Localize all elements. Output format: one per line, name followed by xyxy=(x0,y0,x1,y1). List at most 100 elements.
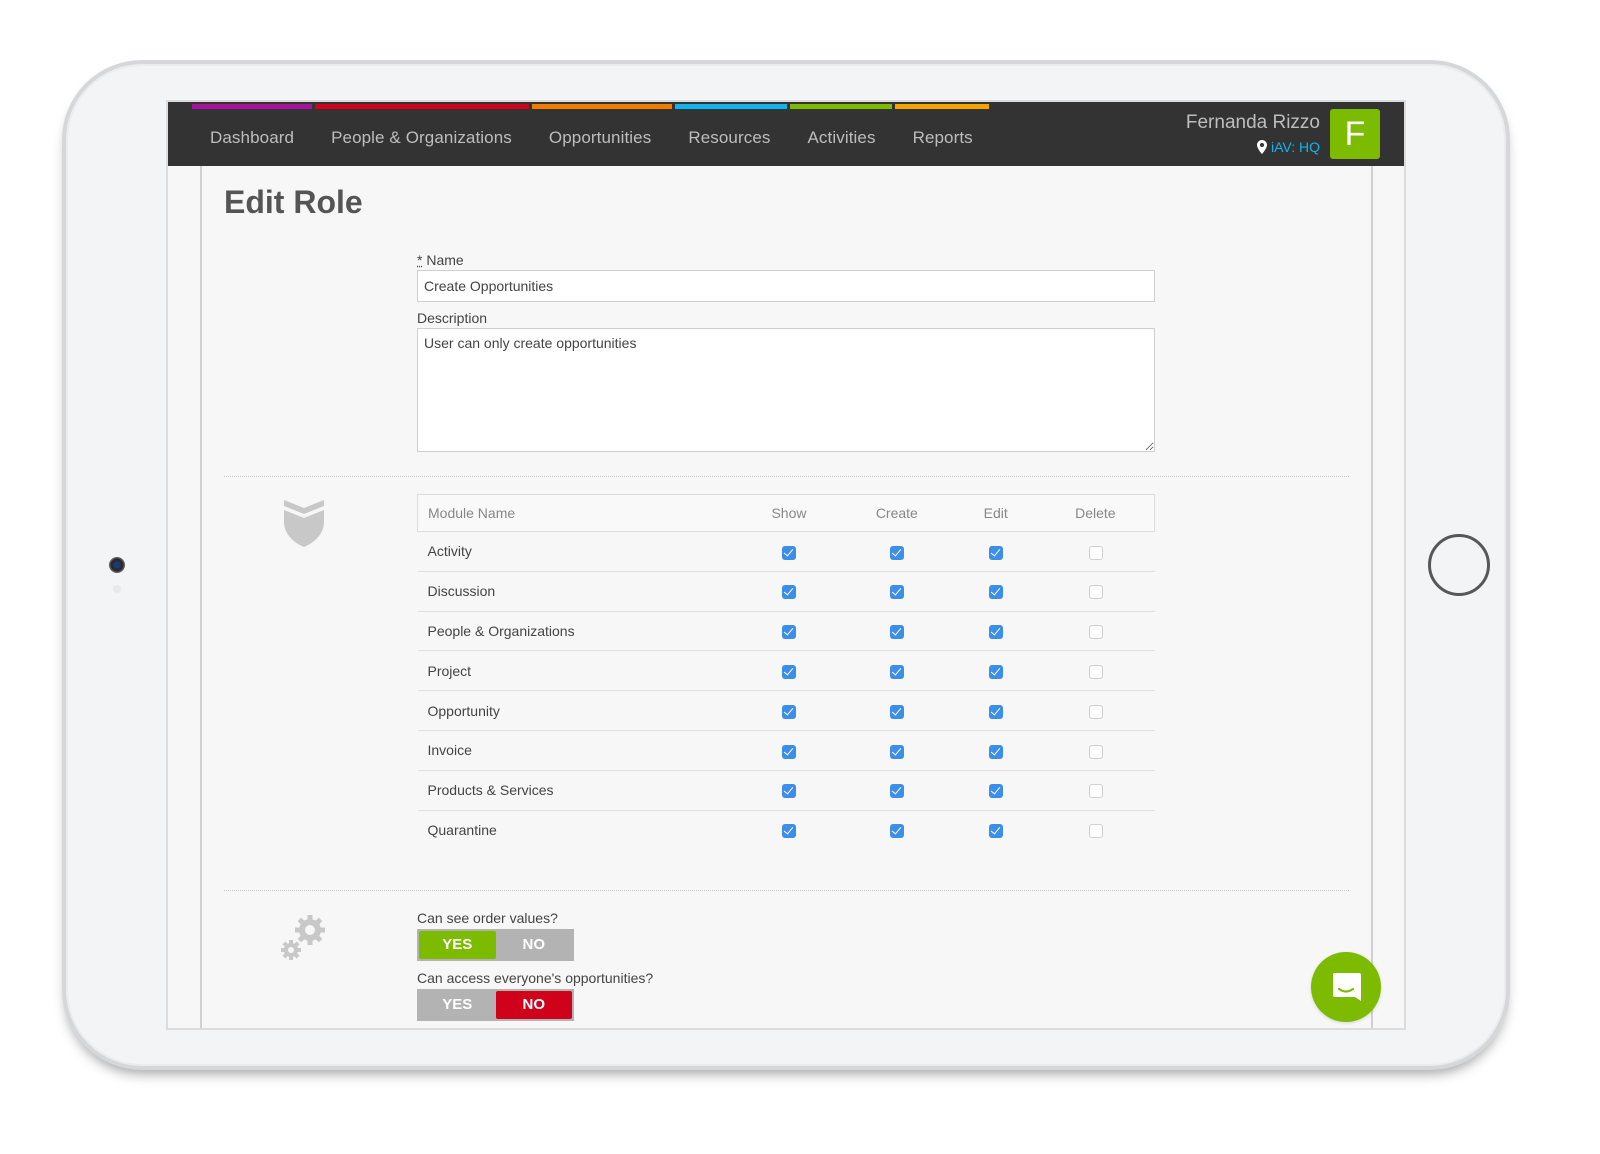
page-title: Edit Role xyxy=(224,184,363,220)
module-name-cell: Project xyxy=(417,650,740,692)
delete-cell xyxy=(1036,690,1155,731)
edit-checkbox[interactable] xyxy=(988,744,1003,759)
delete-checkbox[interactable] xyxy=(1088,784,1103,799)
column-header-show: Show xyxy=(739,494,839,532)
top-navigation-bar: Dashboard People & Organizations Opportuni… xyxy=(168,102,1404,166)
show-checkbox[interactable] xyxy=(781,704,796,719)
show-cell xyxy=(739,571,839,612)
delete-checkbox[interactable] xyxy=(1088,585,1103,600)
create-checkbox[interactable] xyxy=(889,784,904,799)
table-row: Activity xyxy=(417,531,1155,572)
module-name-cell: People & Organizations xyxy=(417,611,740,652)
edit-cell xyxy=(954,770,1037,811)
order-values-toggle[interactable]: YES NO xyxy=(417,929,574,961)
edit-checkbox[interactable] xyxy=(988,625,1003,640)
description-textarea[interactable]: User can only create opportunities xyxy=(417,328,1155,452)
chat-button[interactable] xyxy=(1311,952,1381,1022)
everyone-opportunities-toggle[interactable]: YES NO xyxy=(417,989,574,1021)
nav-item-dashboard[interactable]: Dashboard xyxy=(210,128,294,148)
nav-item-opportunities[interactable]: Opportunities xyxy=(549,128,651,148)
order-values-no-option[interactable]: NO xyxy=(496,931,573,959)
nav-item-people-organizations[interactable]: People & Organizations xyxy=(331,128,512,148)
delete-checkbox[interactable] xyxy=(1088,824,1103,839)
show-checkbox[interactable] xyxy=(781,784,796,799)
show-cell xyxy=(739,650,839,692)
user-info: Fernanda Rizzo iAV: HQ xyxy=(1186,112,1320,155)
show-cell xyxy=(739,611,839,652)
create-cell xyxy=(838,611,955,652)
create-checkbox[interactable] xyxy=(889,625,904,640)
content-left-border xyxy=(200,166,202,1028)
create-checkbox[interactable] xyxy=(889,545,904,560)
name-label: * Name xyxy=(417,252,464,268)
delete-checkbox[interactable] xyxy=(1088,545,1103,560)
column-header-create: Create xyxy=(838,494,955,532)
edit-cell xyxy=(955,810,1037,850)
create-cell xyxy=(838,571,955,612)
delete-checkbox[interactable] xyxy=(1088,704,1103,719)
module-name-cell: Products & Services xyxy=(417,770,740,811)
section-divider xyxy=(224,476,1349,477)
create-checkbox[interactable] xyxy=(889,744,904,759)
delete-checkbox[interactable] xyxy=(1088,664,1103,679)
edit-cell xyxy=(954,650,1037,692)
everyone-opportunities-yes-option[interactable]: YES xyxy=(419,991,496,1019)
question-everyone-opportunities-label: Can access everyone's opportunities? xyxy=(417,970,654,986)
edit-checkbox[interactable] xyxy=(988,585,1003,600)
module-name-cell: Opportunity xyxy=(417,690,740,731)
show-cell xyxy=(739,770,839,811)
content-right-border xyxy=(1371,166,1373,1028)
everyone-opportunities-no-option[interactable]: NO xyxy=(495,991,572,1019)
table-row: People & Organizations xyxy=(417,611,1155,652)
gears-icon xyxy=(281,915,325,960)
show-cell xyxy=(739,690,839,731)
delete-checkbox[interactable] xyxy=(1088,744,1103,759)
home-button[interactable] xyxy=(1428,534,1490,596)
create-checkbox[interactable] xyxy=(889,585,904,600)
create-checkbox[interactable] xyxy=(889,824,904,839)
show-checkbox[interactable] xyxy=(781,824,796,839)
nav-item-resources[interactable]: Resources xyxy=(688,128,770,148)
edit-cell xyxy=(954,531,1037,572)
app-screen: Dashboard People & Organizations Opportuni… xyxy=(166,100,1406,1030)
description-label: Description xyxy=(417,310,488,326)
nav-color-segment xyxy=(315,104,529,109)
show-checkbox[interactable] xyxy=(781,625,796,640)
nav-item-activities[interactable]: Activities xyxy=(807,128,875,148)
nav-color-segment xyxy=(790,104,892,109)
edit-cell xyxy=(954,611,1037,652)
main-nav: Dashboard People & Organizations Opportuni… xyxy=(192,128,1010,148)
column-header-delete: Delete xyxy=(1036,494,1155,532)
name-input[interactable] xyxy=(417,270,1155,302)
avatar[interactable]: F xyxy=(1330,109,1380,159)
create-checkbox[interactable] xyxy=(889,664,904,679)
edit-checkbox[interactable] xyxy=(988,664,1003,679)
user-name[interactable]: Fernanda Rizzo xyxy=(1186,112,1320,134)
show-checkbox[interactable] xyxy=(781,744,796,759)
question-order-values-label: Can see order values? xyxy=(417,910,558,926)
delete-checkbox[interactable] xyxy=(1088,625,1103,640)
edit-checkbox[interactable] xyxy=(988,824,1003,839)
module-name-cell: Invoice xyxy=(417,730,740,771)
map-pin-icon xyxy=(1256,140,1267,154)
module-name-cell: Quarantine xyxy=(427,822,497,839)
name-label-text: Name xyxy=(426,252,464,268)
show-checkbox[interactable] xyxy=(781,585,796,600)
show-checkbox[interactable] xyxy=(781,545,796,560)
show-checkbox[interactable] xyxy=(781,664,796,679)
edit-checkbox[interactable] xyxy=(988,545,1003,560)
shield-icon xyxy=(284,500,324,547)
edit-cell xyxy=(954,730,1037,771)
table-row: Quarantine xyxy=(418,810,1155,850)
nav-item-reports[interactable]: Reports xyxy=(913,128,973,148)
create-checkbox[interactable] xyxy=(889,704,904,719)
edit-checkbox[interactable] xyxy=(988,784,1003,799)
edit-cell xyxy=(954,571,1037,612)
edit-checkbox[interactable] xyxy=(988,704,1003,719)
user-location[interactable]: iAV: HQ xyxy=(1186,139,1320,155)
required-marker: * xyxy=(417,252,423,268)
order-values-yes-option[interactable]: YES xyxy=(419,931,496,959)
create-cell xyxy=(838,690,955,731)
chat-icon xyxy=(1333,973,1361,1001)
create-cell xyxy=(838,770,955,811)
